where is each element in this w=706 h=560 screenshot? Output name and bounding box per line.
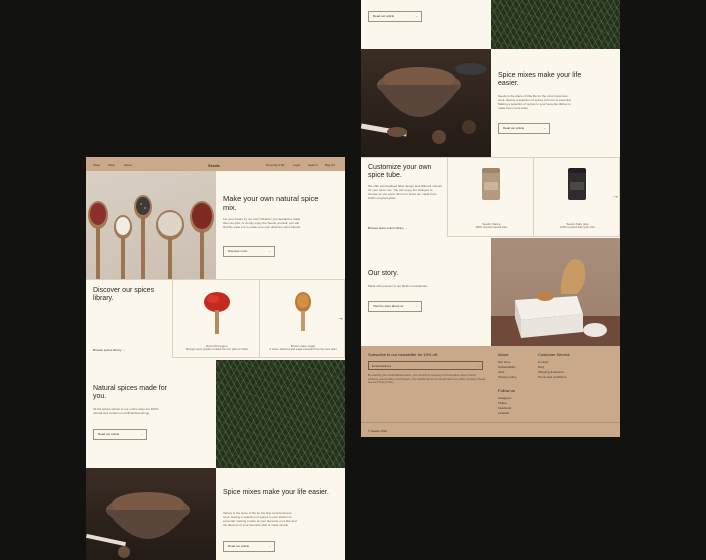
next-arrow-icon[interactable]: → — [337, 315, 344, 322]
about-link-story[interactable]: Our story — [498, 360, 510, 364]
mixes-read-article-button[interactable]: Read our article → — [223, 541, 275, 552]
newsletter-title: Subscribe to our newsletter for 10% off. — [368, 352, 438, 357]
story-button[interactable]: Visit the story about us → — [368, 301, 422, 312]
natural-body: All the spices shown in our online shop … — [93, 407, 159, 415]
customize-title: Customize your own spice tube. — [368, 164, 432, 179]
arrow-right-icon: → — [543, 126, 546, 130]
nav-item-bag[interactable]: Bag (0) — [325, 163, 335, 167]
natural-read-article-label: Read our article — [98, 432, 120, 436]
right-page: Read our article → Spice mixes make your … — [361, 0, 620, 437]
ginger-image — [491, 238, 620, 346]
story-body: Made with passion in our Berlin manufact… — [368, 284, 429, 288]
sugar-spoon-illustration — [295, 292, 311, 331]
follow-link-facebook[interactable]: Facebook — [498, 406, 511, 410]
nature-desc: 100% recycled natural color — [475, 226, 508, 229]
bowl-image — [86, 468, 216, 560]
right-mixes-body: Seeds is the place of little life for th… — [498, 94, 572, 110]
footer-divider — [361, 422, 620, 423]
discover-more-label: Discover more — [228, 249, 248, 253]
spoon-3 — [134, 195, 152, 279]
hero-image — [86, 171, 216, 279]
spoon-4 — [156, 210, 184, 279]
left-page: Shop Shop About Seeds Recently 0 $0 Logi… — [86, 157, 345, 560]
dark-desc: 100% recycled dark gray color — [560, 226, 595, 229]
right-mixes-title: Spice mixes make your life easier. — [498, 72, 582, 87]
hero-title: Make your own natural spice mix. — [223, 194, 319, 212]
service-link-faq[interactable]: FAQ — [538, 365, 544, 369]
mixes-title: Spice mixes make your life easier. — [223, 489, 329, 496]
browse-spices-link[interactable]: Browse spices library → — [93, 348, 125, 352]
about-title: About — [498, 352, 509, 357]
tube-card-dark[interactable]: Seeds Dark gray 100% recycled dark gray … — [533, 157, 620, 237]
service-title: Customer Service — [538, 352, 570, 357]
nav-item-about[interactable]: About — [124, 163, 132, 167]
customize-body: We offer personalised label design and d… — [368, 184, 442, 200]
email-input[interactable]: Email Address → — [368, 361, 483, 370]
story-title: Our story. — [368, 270, 399, 277]
top-read-article-button[interactable]: Read our article → — [368, 11, 422, 22]
about-link-privacy[interactable]: Privacy policy — [498, 375, 516, 379]
natural-title: Natural spices made for you. — [93, 385, 167, 400]
product-card-chili[interactable]: Red chili pepper Stronger spicy powder c… — [172, 279, 260, 358]
spoon-1 — [88, 201, 108, 279]
follow-link-twitter[interactable]: Twitter — [498, 401, 507, 405]
ginger-illustration — [491, 259, 620, 346]
logo[interactable]: Seeds — [208, 163, 220, 168]
spoon-5 — [190, 201, 214, 279]
hero-body: Let your create try our own! Whether you… — [223, 217, 301, 229]
about-link-jobs[interactable]: Jobs — [498, 370, 504, 374]
arrow-right-icon: → — [415, 14, 418, 18]
mixes-read-article-label: Read our article — [228, 544, 250, 548]
spoons-illustration — [88, 195, 214, 279]
email-placeholder: Email Address — [372, 364, 392, 368]
bowl-illustration — [86, 492, 190, 558]
story-button-label: Visit the story about us — [373, 304, 404, 308]
service-link-contact[interactable]: Contact — [538, 360, 548, 364]
mixes-body: Variety is the spice of life for the fir… — [223, 511, 297, 527]
follow-link-instagram[interactable]: Instagram — [498, 396, 511, 400]
browse-colors-link[interactable]: Browse spice colors library → — [368, 226, 408, 230]
natural-read-article-button[interactable]: Read our article → — [93, 429, 147, 440]
next-arrow-icon[interactable]: → — [612, 193, 619, 200]
follow-title: Follow us — [498, 388, 515, 393]
top-nav: Shop Shop About Seeds Recently 0 $0 Logi… — [86, 157, 345, 171]
chili-spoon-illustration — [204, 292, 230, 334]
arrow-right-icon: → — [415, 304, 418, 308]
chili-desc: Stronger spicy powder created from the p… — [185, 348, 249, 351]
rosemary-image-top — [491, 0, 620, 49]
service-link-shipping[interactable]: Shipping & Returns — [538, 370, 564, 374]
discover-more-button[interactable]: Discover more → — [223, 246, 275, 257]
product-card-sugar[interactable]: Brown cane sugar A sweet, delicious and … — [259, 279, 345, 358]
arrow-right-icon: → — [268, 544, 271, 548]
right-mixes-read-article-label: Read our article — [503, 126, 525, 130]
nav-item-search[interactable]: Search — [308, 163, 318, 167]
nav-item-shop-2[interactable]: Shop — [108, 163, 115, 167]
footer: Subscribe to our newsletter for 10% off.… — [361, 346, 620, 437]
right-mixes-read-article-button[interactable]: Read our article → — [498, 123, 550, 134]
tube-card-nature[interactable]: Seeds Nature 100% recycled natural color — [447, 157, 534, 237]
service-link-terms[interactable]: Terms and conditions — [538, 375, 566, 379]
browse-colors-label: Browse spice colors library — [368, 226, 404, 230]
top-read-article-label: Read our article — [373, 14, 395, 18]
nature-tube-illustration — [482, 168, 500, 200]
arrow-right-icon: → — [268, 249, 271, 253]
bowl-image-right — [361, 49, 491, 157]
bowl-illustration-right — [361, 63, 487, 144]
about-link-sustainability[interactable]: Sustainability — [498, 365, 516, 369]
follow-link-linkedin[interactable]: LinkedIn — [498, 411, 509, 415]
spoon-2 — [114, 215, 132, 279]
newsletter-body: By entering your email address above, yo… — [368, 374, 486, 385]
dark-tube-illustration — [568, 168, 586, 200]
submit-arrow-icon[interactable]: → — [476, 364, 479, 368]
arrow-right-icon: → — [140, 432, 143, 436]
browse-spices-label: Browse spices library — [93, 348, 122, 352]
nav-item-login[interactable]: Login — [293, 163, 300, 167]
copyright: © Seeds 2022 — [368, 429, 388, 433]
sugar-desc: A sweet, delicious and sugar extracted f… — [269, 348, 337, 351]
discover-title: Discover our spices library. — [93, 287, 155, 302]
nav-item-shop[interactable]: Shop — [93, 163, 100, 167]
rosemary-image — [216, 360, 345, 468]
nav-item-recent[interactable]: Recently 0 $0 — [266, 163, 284, 167]
